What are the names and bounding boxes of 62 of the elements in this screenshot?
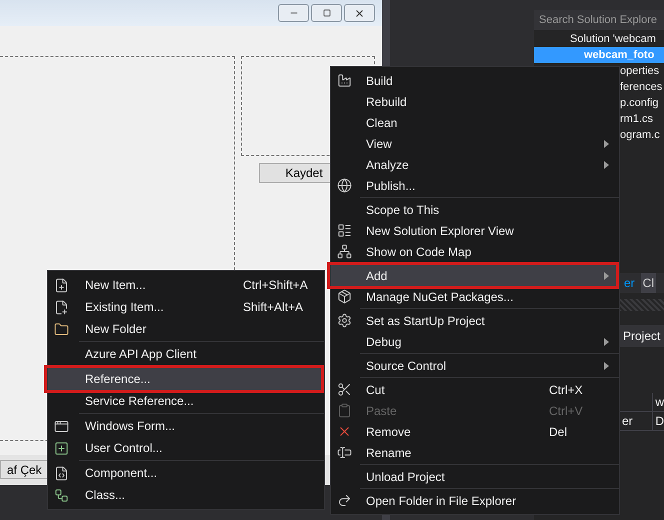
menu-item[interactable]: Rebuild bbox=[331, 91, 619, 112]
menu-item[interactable]: Unload Project bbox=[331, 466, 619, 487]
menu-item[interactable]: Rename bbox=[331, 442, 619, 463]
menu-item[interactable]: View bbox=[331, 133, 619, 154]
property-name: er bbox=[622, 413, 633, 430]
panel-tab[interactable]: er bbox=[622, 273, 637, 293]
submenu-arrow-icon bbox=[604, 272, 609, 280]
menu-item[interactable]: Open Folder in File Explorer bbox=[331, 490, 619, 511]
menu-item[interactable]: New Solution Explorer View bbox=[331, 220, 619, 241]
property-value: D bbox=[655, 413, 664, 430]
factory-icon bbox=[337, 73, 352, 88]
package-icon bbox=[337, 289, 352, 304]
menu-item[interactable]: Build bbox=[331, 70, 619, 91]
file-plus-icon bbox=[54, 300, 69, 314]
submenu-arrow-icon bbox=[604, 338, 609, 346]
square-plus-icon bbox=[54, 440, 69, 456]
clipboard-icon bbox=[337, 403, 352, 418]
maximize-icon bbox=[322, 9, 330, 17]
property-value: w bbox=[655, 394, 664, 411]
menu-item[interactable]: Remove Del bbox=[331, 421, 619, 442]
menu-item[interactable]: Existing Item... Shift+Alt+A bbox=[48, 296, 324, 318]
capture-button[interactable]: af Çek bbox=[0, 460, 49, 479]
folder-icon bbox=[54, 322, 69, 336]
menu-item[interactable]: Service Reference... bbox=[48, 390, 324, 412]
class-diagram-icon bbox=[54, 488, 69, 502]
file-plus-icon bbox=[54, 278, 69, 292]
submenu-arrow-icon bbox=[604, 140, 609, 148]
menu-item[interactable]: Manage NuGet Packages... bbox=[331, 286, 619, 307]
menu-item[interactable]: Show on Code Map bbox=[331, 241, 619, 262]
search-field[interactable]: Search Solution Explore bbox=[534, 10, 664, 30]
list-window-icon bbox=[337, 223, 352, 238]
redo-arrow-icon bbox=[337, 493, 352, 508]
menu-item[interactable]: Source Control bbox=[331, 355, 619, 376]
menu-item[interactable]: Scope to This bbox=[331, 199, 619, 220]
menu-item[interactable]: Set as StartUp Project bbox=[331, 310, 619, 331]
menu-item[interactable]: Windows Form... bbox=[48, 415, 324, 437]
scissors-icon bbox=[337, 382, 352, 397]
menu-item[interactable]: New Item... Ctrl+Shift+A bbox=[48, 274, 324, 296]
minimize-button[interactable] bbox=[278, 4, 309, 22]
window-icon bbox=[54, 418, 69, 434]
maximize-button[interactable] bbox=[311, 4, 342, 22]
menu-item[interactable]: Debug bbox=[331, 331, 619, 352]
menu-item[interactable]: Clean bbox=[331, 112, 619, 133]
object-selector[interactable]: Project bbox=[618, 325, 664, 347]
menu-item[interactable]: New Folder bbox=[48, 318, 324, 340]
menu-item[interactable]: Component... bbox=[48, 462, 324, 484]
close-icon bbox=[354, 8, 365, 18]
submenu-arrow-icon bbox=[604, 160, 609, 168]
menu-item[interactable]: User Control... bbox=[48, 437, 324, 459]
menu-item[interactable]: Class... bbox=[48, 484, 324, 506]
panel-tab[interactable]: Cl bbox=[640, 273, 656, 293]
menu-item[interactable]: Azure API App Client bbox=[48, 343, 324, 365]
rename-icon bbox=[337, 445, 352, 460]
globe-icon bbox=[337, 178, 352, 193]
submenu-arrow-icon bbox=[604, 362, 609, 370]
network-icon bbox=[337, 244, 352, 259]
menu-item[interactable]: Cut Ctrl+X bbox=[331, 379, 619, 400]
tree-item[interactable]: Solution 'webcam bbox=[534, 31, 664, 47]
close-icon bbox=[337, 424, 352, 439]
settings-icon bbox=[337, 313, 352, 328]
code-file-icon bbox=[54, 466, 69, 480]
close-button[interactable] bbox=[344, 4, 375, 22]
